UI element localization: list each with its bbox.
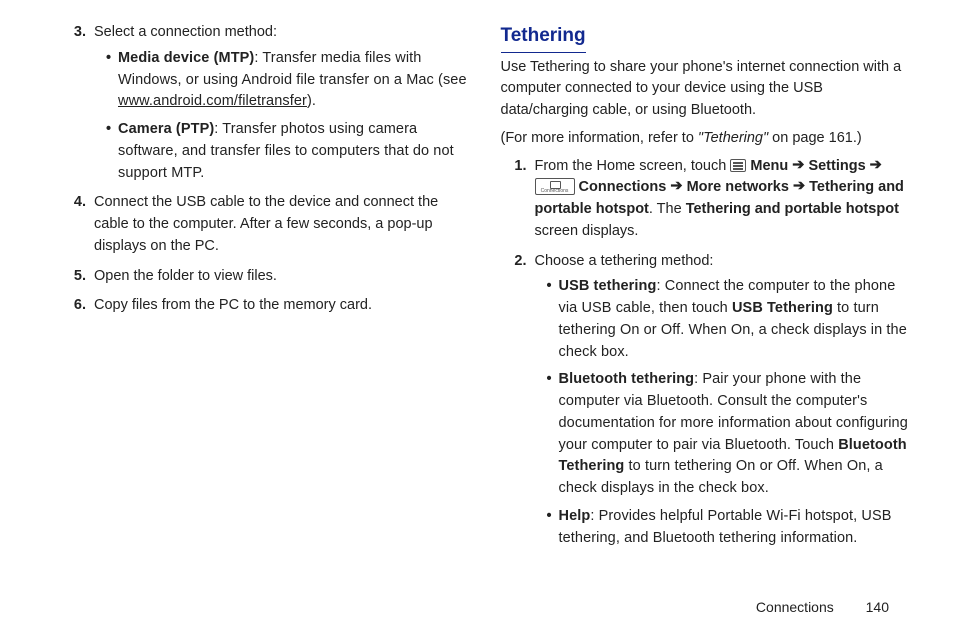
bullet-usb: USB tethering: Connect the computer to t… bbox=[547, 276, 910, 363]
step-text-post2: screen displays. bbox=[535, 223, 639, 239]
step-text: Copy files from the PC to the memory car… bbox=[94, 297, 372, 313]
footer-section: Connections bbox=[756, 599, 834, 615]
connections-icon bbox=[535, 178, 575, 195]
arrow-icon: ➔ bbox=[792, 155, 804, 177]
arrow-icon: ➔ bbox=[870, 155, 882, 177]
step-text: Open the folder to view files. bbox=[94, 268, 277, 284]
bullet-text-after: ). bbox=[307, 93, 316, 109]
step-text: Select a connection method: bbox=[94, 24, 277, 40]
step-6: 6. Copy files from the PC to the memory … bbox=[60, 295, 469, 317]
step-marker: 1. bbox=[501, 156, 527, 178]
step-text-post1: . The bbox=[649, 201, 686, 217]
bullet-label: Camera (PTP) bbox=[118, 121, 214, 137]
connections-label: Connections bbox=[579, 179, 671, 195]
bullet-label: Bluetooth tethering bbox=[559, 371, 695, 387]
step-2-bullets: USB tethering: Connect the computer to t… bbox=[535, 276, 910, 549]
bullet-mtp: Media device (MTP): Transfer media files… bbox=[106, 48, 469, 113]
page-content: 3. Select a connection method: Media dev… bbox=[0, 0, 954, 567]
step-marker: 4. bbox=[60, 192, 86, 214]
ref-after: on page 161.) bbox=[768, 130, 862, 146]
step-text: Choose a tethering method: bbox=[535, 253, 714, 269]
step-3-bullets: Media device (MTP): Transfer media files… bbox=[94, 48, 469, 185]
bullet-help: Help: Provides helpful Portable Wi-Fi ho… bbox=[547, 506, 910, 550]
bullet-label: USB tethering bbox=[559, 278, 657, 294]
step-3: 3. Select a connection method: Media dev… bbox=[60, 22, 469, 184]
bullet-label: Media device (MTP) bbox=[118, 50, 254, 66]
step-text-pre: From the Home screen, touch bbox=[535, 158, 731, 174]
bullet-label: Help bbox=[559, 508, 591, 524]
step-5: 5. Open the folder to view files. bbox=[60, 266, 469, 288]
filetransfer-link[interactable]: www.android.com/filetransfer bbox=[118, 93, 307, 109]
step-marker: 2. bbox=[501, 251, 527, 273]
more-networks-label: More networks bbox=[687, 179, 793, 195]
tethering-heading: Tethering bbox=[501, 22, 586, 53]
footer-page-number: 140 bbox=[866, 599, 889, 615]
step-marker: 3. bbox=[60, 22, 86, 44]
right-steps-list: 1. From the Home screen, touch Menu ➔ Se… bbox=[501, 156, 910, 550]
step-4: 4. Connect the USB cable to the device a… bbox=[60, 192, 469, 257]
step-2: 2. Choose a tethering method: USB tether… bbox=[501, 251, 910, 550]
step-marker: 6. bbox=[60, 295, 86, 317]
right-column: Tethering Use Tethering to share your ph… bbox=[491, 22, 910, 557]
step-1: 1. From the Home screen, touch Menu ➔ Se… bbox=[501, 156, 910, 243]
bullet-bold: USB Tethering bbox=[732, 300, 833, 316]
step-marker: 5. bbox=[60, 266, 86, 288]
tethering-ref: (For more information, refer to "Tetheri… bbox=[501, 128, 910, 150]
ref-ital: "Tethering" bbox=[698, 130, 768, 146]
page-footer: Connections 140 bbox=[756, 597, 889, 618]
tethering-intro: Use Tethering to share your phone's inte… bbox=[501, 57, 910, 122]
menu-icon bbox=[730, 159, 746, 172]
ref-before: (For more information, refer to bbox=[501, 130, 698, 146]
arrow-icon: ➔ bbox=[670, 176, 682, 198]
settings-label: Settings bbox=[808, 158, 869, 174]
menu-label: Menu bbox=[750, 158, 792, 174]
bullet-bluetooth: Bluetooth tethering: Pair your phone wit… bbox=[547, 369, 910, 500]
step-text: Connect the USB cable to the device and … bbox=[94, 194, 438, 254]
left-steps-list: 3. Select a connection method: Media dev… bbox=[60, 22, 469, 317]
bullet-text: : Provides helpful Portable Wi-Fi hotspo… bbox=[559, 508, 892, 546]
arrow-icon: ➔ bbox=[793, 176, 805, 198]
bullet-ptp: Camera (PTP): Transfer photos using came… bbox=[106, 119, 469, 184]
left-column: 3. Select a connection method: Media dev… bbox=[60, 22, 491, 557]
tether-label-2: Tethering and portable hotspot bbox=[686, 201, 899, 217]
